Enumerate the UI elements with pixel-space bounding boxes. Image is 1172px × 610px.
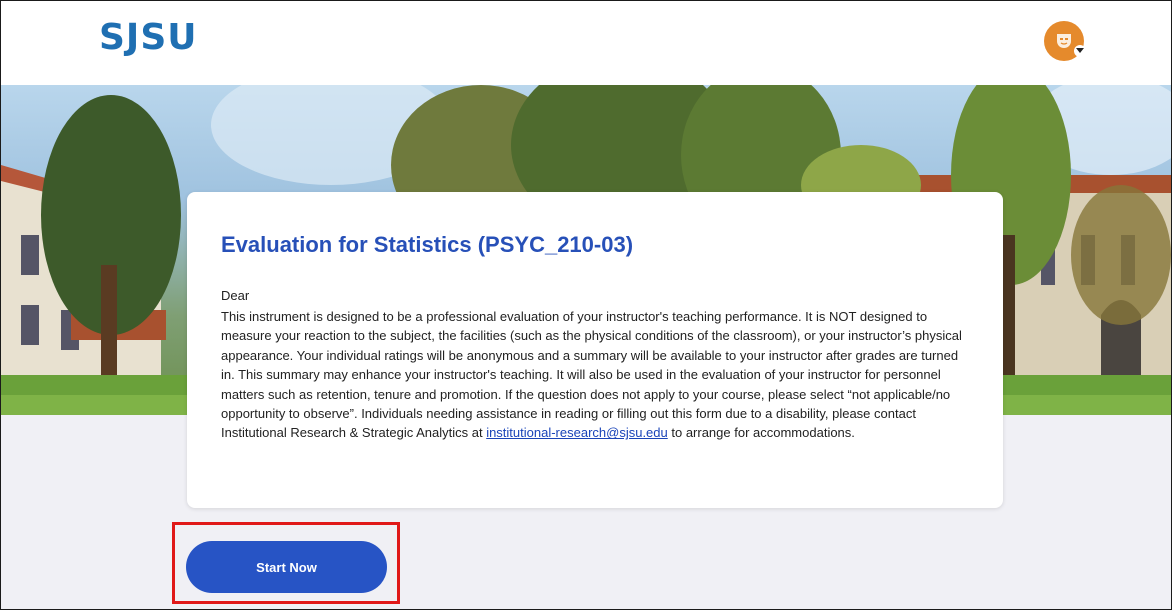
app-window: SJSU Evaluation for Statistics (PSYC_210… xyxy=(0,0,1172,610)
instructions-text-end: to arrange for accommodations. xyxy=(667,425,855,441)
user-menu-button[interactable] xyxy=(1044,21,1086,61)
greeting-text: Dear xyxy=(221,288,250,303)
email-link[interactable]: institutional-research@sjsu.edu xyxy=(486,425,668,440)
evaluation-intro-card: Evaluation for Statistics (PSYC_210-03) … xyxy=(187,192,1003,508)
instructions-paragraph: This instrument is designed to be a prof… xyxy=(221,307,971,443)
user-mask-icon xyxy=(1057,34,1071,48)
page-title: Evaluation for Statistics (PSYC_210-03) xyxy=(221,232,634,257)
sjsu-logo[interactable]: SJSU xyxy=(99,17,197,58)
caret-down-icon xyxy=(1074,45,1086,57)
start-now-button[interactable]: Start Now xyxy=(186,541,387,593)
top-header: SJSU xyxy=(1,1,1171,85)
instructions-text: This instrument is designed to be a prof… xyxy=(221,309,962,441)
